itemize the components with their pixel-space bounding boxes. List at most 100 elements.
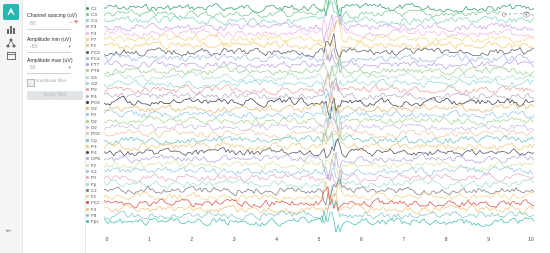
- channel-item[interactable]: POz: [86, 131, 100, 137]
- channel-name: Cz: [91, 168, 97, 174]
- x-tick-label: 0: [105, 237, 109, 243]
- channel-trace: [104, 105, 534, 137]
- channel-name: FT7: [91, 62, 100, 68]
- channel-item[interactable]: Fz: [86, 43, 96, 49]
- channel-name: Oz: [91, 106, 97, 112]
- channel-color-dot: [86, 81, 89, 85]
- channel-name: POz: [91, 99, 100, 105]
- channel-item[interactable]: POz: [86, 99, 100, 105]
- decrease-spacing-button[interactable]: –: [69, 19, 73, 26]
- channel-spacing-input[interactable]: 80: [27, 20, 71, 30]
- channel-item[interactable]: P4: [86, 93, 97, 99]
- channel-item[interactable]: F3: [86, 24, 96, 30]
- channel-color-dot: [86, 119, 89, 123]
- channel-color-dot: [86, 169, 89, 173]
- channel-color-dot: [86, 19, 89, 23]
- channel-item[interactable]: Cp: [86, 137, 97, 143]
- channel-item[interactable]: C3: [86, 11, 97, 17]
- channel-name: F7: [91, 36, 97, 42]
- channel-item[interactable]: F4: [86, 206, 96, 212]
- chevron-down-icon: ▾: [68, 65, 71, 71]
- channel-name: O2: [91, 80, 98, 86]
- calendar-icon[interactable]: [4, 49, 18, 62]
- x-tick-label: 2: [190, 237, 194, 243]
- eye-icon[interactable]: 👁: [522, 10, 531, 19]
- channel-item[interactable]: F7: [86, 36, 96, 42]
- channel-color-dot: [86, 125, 89, 129]
- channel-color-dot: [86, 37, 89, 41]
- channel-name: C4: [91, 18, 97, 24]
- channel-name: POz: [91, 131, 100, 137]
- channel-trace: [104, 18, 534, 47]
- channel-color-dot: [86, 220, 89, 224]
- channel-name: F3: [91, 24, 97, 30]
- channel-name: CP5: [91, 156, 100, 162]
- increase-spacing-button[interactable]: +: [74, 19, 78, 26]
- channel-color-dot: [86, 69, 89, 73]
- channel-item[interactable]: FT8: [86, 68, 99, 74]
- channel-color-dot: [86, 144, 89, 148]
- channel-item[interactable]: Fz: [86, 194, 96, 200]
- refresh-icon[interactable]: ⟳: [500, 10, 509, 19]
- channel-item[interactable]: F4: [86, 30, 96, 36]
- collapse-sidebar-icon[interactable]: ⇤: [6, 227, 12, 235]
- apply-filter-button[interactable]: Apply filter: [27, 91, 83, 100]
- channel-color-dot: [86, 207, 89, 211]
- channel-item[interactable]: Pz: [86, 175, 96, 181]
- channel-item[interactable]: F8: [86, 212, 96, 218]
- channel-color-dot: [86, 44, 89, 48]
- eeg-plot[interactable]: [104, 0, 534, 232]
- network-icon[interactable]: [4, 36, 18, 49]
- x-axis: 0 1 2 3 4 5 6 7 8 9 10: [104, 232, 534, 253]
- channel-item[interactable]: O1: [86, 74, 97, 80]
- x-tick-label: 1: [148, 237, 151, 243]
- channel-name: Pz: [91, 175, 97, 181]
- channel-color-dot: [86, 151, 89, 155]
- channel-item[interactable]: CP5: [86, 156, 100, 162]
- channel-item[interactable]: FC4: [86, 55, 100, 61]
- channel-color-dot: [86, 213, 89, 217]
- minus-icon[interactable]: −: [511, 10, 520, 19]
- channel-color-dot: [86, 25, 89, 29]
- channel-name: Cp: [91, 137, 97, 143]
- channel-item[interactable]: Oz: [86, 124, 97, 130]
- channel-item[interactable]: Oz: [86, 106, 97, 112]
- channel-color-dot: [86, 182, 89, 186]
- channel-item[interactable]: P4: [86, 150, 97, 156]
- channel-trace: [104, 165, 534, 186]
- channel-item[interactable]: Oz: [86, 118, 97, 124]
- channel-item[interactable]: Fz: [86, 162, 96, 168]
- channel-item[interactable]: FC3: [86, 49, 100, 55]
- channel-name: Fpz: [91, 219, 99, 225]
- channel-color-dot: [86, 138, 89, 142]
- brain-icon[interactable]: [3, 4, 19, 20]
- channel-item[interactable]: Pz: [86, 112, 96, 118]
- channel-trace: [104, 210, 534, 232]
- channel-name: P3: [91, 87, 97, 93]
- channel-item[interactable]: Cz: [86, 5, 97, 11]
- channel-item[interactable]: Fp: [86, 181, 96, 187]
- channel-name: P4: [91, 143, 97, 149]
- channel-trace: [104, 178, 534, 207]
- chevron-down-icon: ▾: [68, 44, 71, 50]
- channel-name: F4: [91, 206, 97, 212]
- channel-trace: [104, 56, 534, 78]
- amplitude-max-input[interactable]: 50 ▾: [27, 64, 71, 74]
- channel-name: Fz: [91, 194, 97, 200]
- channel-item[interactable]: P4: [86, 143, 97, 149]
- channel-item[interactable]: Cz: [86, 187, 97, 193]
- channel-trace: [104, 94, 534, 116]
- channel-color-dot: [86, 75, 89, 79]
- channel-item[interactable]: C4: [86, 18, 97, 24]
- channel-trace: [104, 137, 534, 159]
- channel-item[interactable]: Cz: [86, 168, 97, 174]
- amplitude-min-input[interactable]: -50 ▾: [27, 43, 71, 53]
- channel-trace: [104, 0, 534, 26]
- channel-item[interactable]: FCz: [86, 200, 99, 206]
- channel-item[interactable]: P3: [86, 87, 97, 93]
- channel-item[interactable]: FT7: [86, 62, 99, 68]
- bar-chart-icon[interactable]: [4, 23, 18, 36]
- channel-item[interactable]: Fpz: [86, 219, 99, 225]
- amplitude-filter-checkbox[interactable]: [27, 79, 35, 87]
- channel-item[interactable]: O2: [86, 80, 97, 86]
